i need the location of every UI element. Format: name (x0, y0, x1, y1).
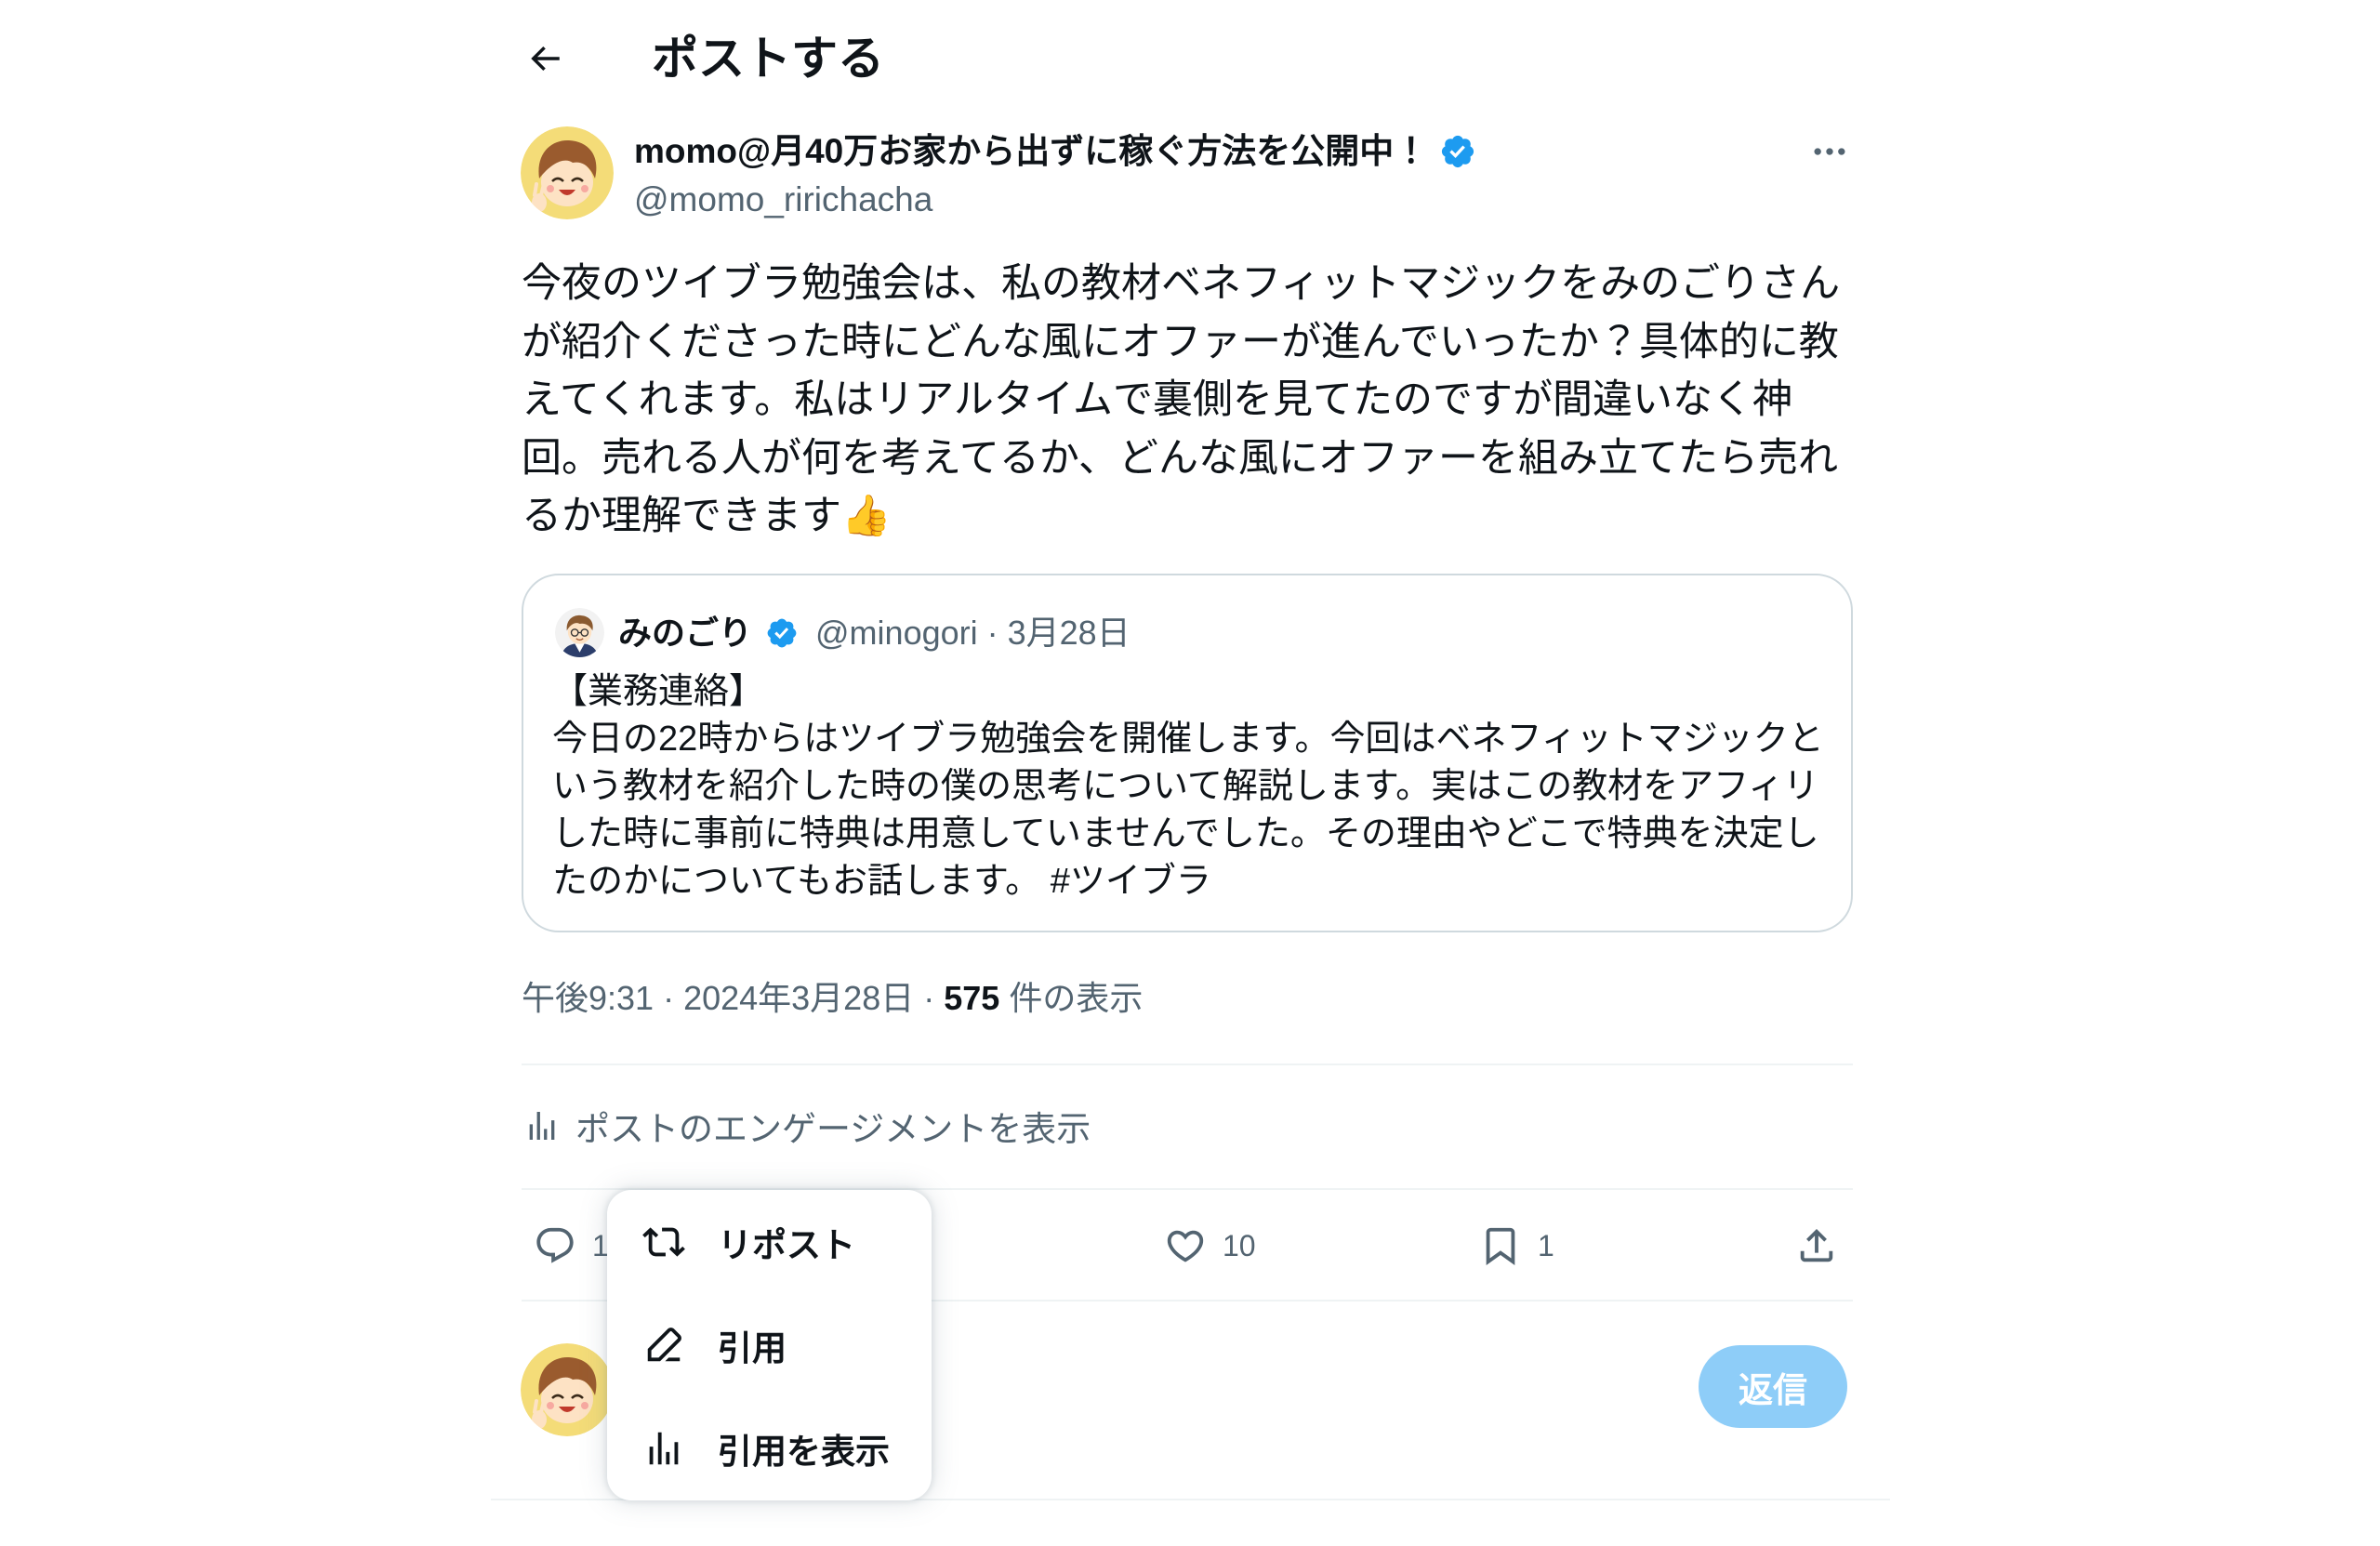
reply-icon (536, 1227, 574, 1263)
quoted-post-text: 【業務連絡】 今日の22時からはツイブラ勉強会を開催します。今回はベネフィットマ… (552, 672, 1824, 901)
share-icon (1800, 1228, 1833, 1262)
bar-chart-icon (649, 1432, 679, 1464)
more-icon (1814, 148, 1845, 155)
author-handle[interactable]: @momo_ririchacha (634, 179, 932, 220)
page-title: ポストする (652, 33, 884, 85)
verified-badge-icon[interactable] (1439, 133, 1476, 170)
post-text: 今夜のツイブラ勉強会は、私の教材ベネフィットマジックをみのごりさんが紹介くださっ… (522, 261, 1841, 538)
bookmark-button[interactable]: 1 (1479, 1216, 1554, 1275)
retweet-icon (642, 1226, 685, 1257)
quoted-author-handle[interactable]: @minogori (815, 614, 978, 652)
quoted-post-header: みのごり @minogori · 3月28日 (555, 608, 1130, 657)
view-engagements-link[interactable]: ポストのエンゲージメントを表示 (522, 1102, 1091, 1150)
separator-dot: · (923, 979, 935, 1017)
separator-dot: · (986, 614, 998, 652)
post-meta: 午後9:31 · 2024年3月28日 · 575 件の表示 (522, 978, 1143, 1019)
bar-chart-icon (529, 1112, 555, 1140)
divider (522, 1064, 1853, 1065)
avatar-image (521, 1343, 614, 1436)
avatar-image (521, 126, 614, 219)
menu-item-label: 引用 (718, 1328, 787, 1368)
author-avatar[interactable] (521, 126, 614, 219)
heart-icon (1167, 1230, 1204, 1262)
menu-item-view-quotes[interactable]: 引用を表示 (607, 1396, 932, 1500)
back-button[interactable] (521, 34, 569, 83)
views-count: 575 (944, 979, 1000, 1017)
share-button[interactable] (1795, 1216, 1838, 1275)
verified-badge-icon[interactable] (765, 616, 799, 650)
bookmark-count: 1 (1538, 1228, 1554, 1262)
post-time[interactable]: 午後9:31 (522, 979, 654, 1017)
separator-dot: · (663, 979, 675, 1017)
quoted-author-avatar[interactable] (555, 608, 604, 657)
like-count: 10 (1223, 1228, 1256, 1262)
repost-menu: リポスト 引用 引用を表示 (607, 1190, 932, 1500)
view-engagements-label: ポストのエンゲージメントを表示 (575, 1110, 1091, 1148)
reply-submit-button[interactable]: 返信 (1699, 1345, 1847, 1428)
pencil-icon (647, 1327, 681, 1361)
like-button[interactable]: 10 (1164, 1216, 1256, 1275)
menu-item-label: 引用を表示 (718, 1432, 890, 1471)
menu-item-quote[interactable]: 引用 (607, 1293, 932, 1396)
menu-item-label: リポスト (718, 1225, 855, 1264)
more-button[interactable] (1804, 127, 1856, 176)
quoted-author-name[interactable]: みのごり (618, 608, 752, 657)
arrow-left-icon (531, 46, 560, 72)
post-date[interactable]: 2024年3月28日 (683, 979, 914, 1017)
views-label: 件の表示 (1009, 979, 1144, 1017)
avatar-image (555, 608, 604, 657)
bookmark-icon (1486, 1227, 1515, 1265)
reply-button[interactable]: 1 (534, 1216, 609, 1275)
current-user-avatar[interactable] (521, 1343, 614, 1436)
author-display-name[interactable]: momo@月40万お家から出ずに稼ぐ方法を公開中！ (634, 130, 1428, 173)
menu-item-repost[interactable]: リポスト (607, 1190, 932, 1293)
quoted-post-meta: @minogori · 3月28日 (815, 608, 1130, 657)
quoted-post-card[interactable]: みのごり @minogori · 3月28日 【業務連絡】 今日の22時からはツイブ… (522, 574, 1853, 932)
quoted-post-date[interactable]: 3月28日 (1008, 614, 1130, 652)
author-name-row[interactable]: momo@月40万お家から出ずに稼ぐ方法を公開中！ (634, 130, 1476, 173)
